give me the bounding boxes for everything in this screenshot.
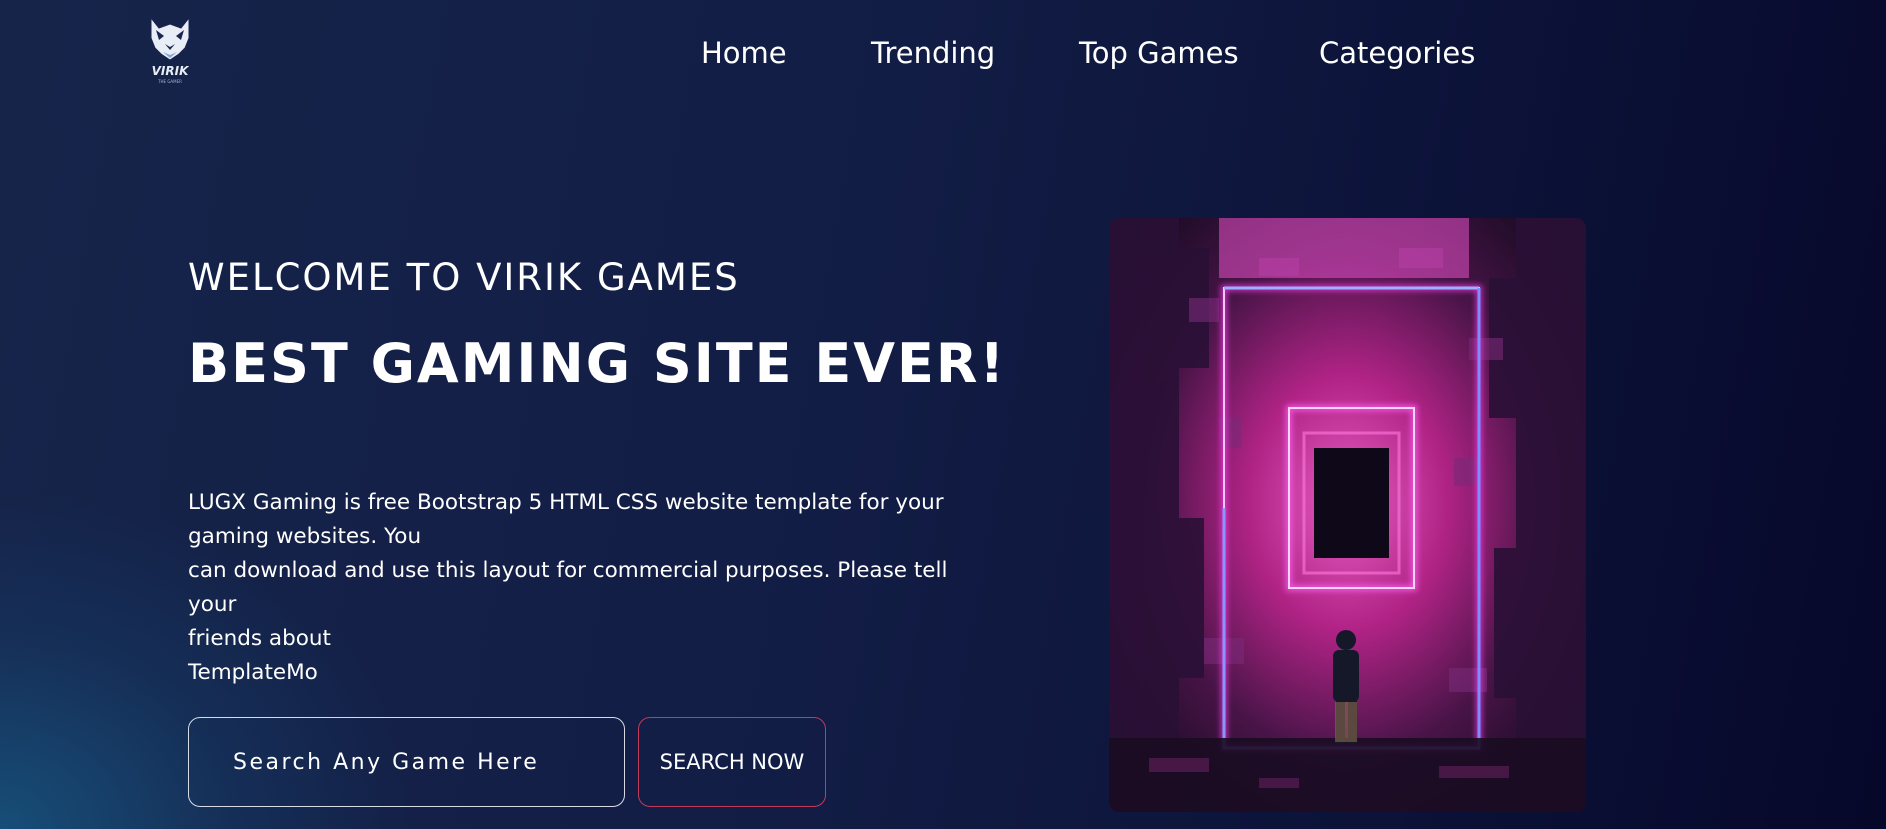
- description-line: friends about: [188, 626, 331, 651]
- nav-home[interactable]: Home: [701, 30, 787, 76]
- description-line: can download and use this layout for com…: [188, 558, 948, 617]
- hero-description: LUGX Gaming is free Bootstrap 5 HTML CSS…: [188, 486, 968, 690]
- neon-portal-city-image: [1109, 218, 1586, 812]
- nav-trending[interactable]: Trending: [871, 30, 995, 76]
- search-input[interactable]: [188, 717, 625, 807]
- nav-top-games[interactable]: Top Games: [1079, 30, 1239, 76]
- hero-image: [1109, 218, 1586, 812]
- nav-categories[interactable]: Categories: [1319, 30, 1475, 76]
- description-line: TemplateMo: [188, 660, 318, 685]
- description-line: LUGX Gaming is free Bootstrap 5 HTML CSS…: [188, 490, 944, 515]
- hero-kicker: WELCOME TO VIRIK GAMES: [188, 256, 740, 299]
- description-line: gaming websites. You: [188, 524, 422, 549]
- search-button[interactable]: SEARCH NOW: [638, 717, 826, 807]
- hero-headline: BEST GAMING SITE EVER!: [188, 332, 1007, 395]
- main-nav: Home Trending Top Games Categories: [0, 30, 1886, 76]
- logo-tagline: THE GAMER: [157, 79, 182, 84]
